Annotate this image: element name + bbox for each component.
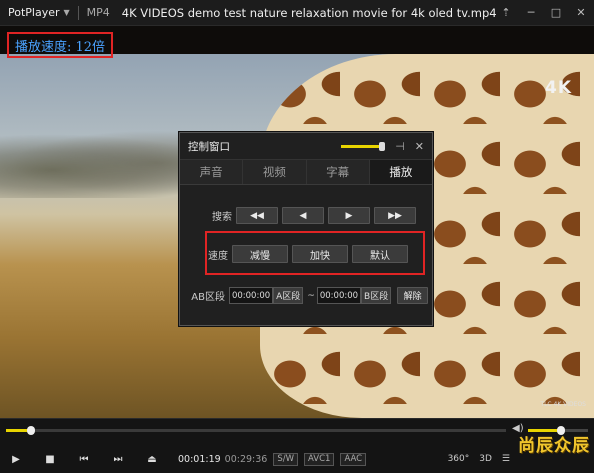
ab-label: AB区段 xyxy=(191,292,225,303)
4k-badge: 4K xyxy=(544,78,572,98)
title-bar: PotPlayer ▼ MP4 4K VIDEOS demo test natu… xyxy=(0,0,594,26)
play-icon[interactable]: ▶ xyxy=(6,451,26,467)
clear-ab-button[interactable]: 解除 xyxy=(397,287,428,304)
minimize-icon[interactable]: ─ xyxy=(524,5,538,19)
eject-icon[interactable]: ⏏ xyxy=(142,451,162,467)
window-title: 4K VIDEOS demo test nature relaxation mo… xyxy=(121,5,497,20)
rewind-button[interactable]: ◀ xyxy=(282,207,324,224)
control-tabs: 声音 视频 字幕 播放 xyxy=(180,159,432,185)
set-b-button[interactable]: B区段 xyxy=(361,287,392,304)
tab-audio[interactable]: 声音 xyxy=(180,160,244,184)
decoder-tag[interactable]: S/W xyxy=(273,452,299,466)
pin-icon[interactable]: ⇡ xyxy=(499,5,513,19)
menu-icon[interactable]: ☰ xyxy=(502,454,510,464)
video-watermark: TLC 4K VIDEOS xyxy=(540,401,586,408)
close-icon[interactable]: ✕ xyxy=(415,140,424,153)
seek-bar[interactable] xyxy=(6,426,506,435)
video-codec-tag[interactable]: AVC1 xyxy=(304,452,335,466)
chevron-down-icon: ▼ xyxy=(63,8,70,17)
speed-highlight-box xyxy=(205,231,425,275)
control-window: 控制窗口 ⊣ ✕ 声音 视频 字幕 播放 搜索 ◀◀ ◀ ▶ ▶▶ 速度 减慢 … xyxy=(179,132,433,326)
a-time-field[interactable]: 00:00:00 xyxy=(228,287,274,304)
app-name: PotPlayer xyxy=(8,6,60,19)
format-label: MP4 xyxy=(86,6,110,19)
audio-codec-tag[interactable]: AAC xyxy=(340,452,367,466)
speed-osd: 播放速度: 12倍 xyxy=(7,32,114,58)
window-controls: ⇡ ─ □ ✕ xyxy=(499,5,588,19)
range-separator: ~ xyxy=(307,290,315,301)
total-time: 00:29:36 xyxy=(224,453,268,465)
next-icon[interactable]: ⏭ xyxy=(108,451,128,467)
pin-icon[interactable]: ⊣ xyxy=(395,140,405,153)
current-time: 00:01:19 xyxy=(178,453,221,465)
set-a-button[interactable]: A区段 xyxy=(273,287,304,304)
app-menu-button[interactable]: PotPlayer ▼ xyxy=(0,6,70,19)
control-window-header[interactable]: 控制窗口 ⊣ ✕ xyxy=(180,133,432,159)
restore-icon[interactable]: □ xyxy=(549,5,563,19)
tab-video[interactable]: 视频 xyxy=(243,160,307,184)
forward-button[interactable]: ▶ xyxy=(328,207,370,224)
b-time-field[interactable]: 00:00:00 xyxy=(316,287,362,304)
tab-playback[interactable]: 播放 xyxy=(369,160,432,184)
previous-icon[interactable]: ⏮ xyxy=(74,451,94,467)
forward-fast-button[interactable]: ▶▶ xyxy=(374,207,416,224)
divider xyxy=(77,5,79,20)
transport-controls: ▶ ■ ⏮ ⏭ ⏏ 00:01:19 00:29:36 S/W AVC1 AAC… xyxy=(0,449,594,469)
rewind-fast-button[interactable]: ◀◀ xyxy=(236,207,278,224)
player-control-bar: ◀) ▶ ■ ⏮ ⏭ ⏏ 00:01:19 00:29:36 S/W AVC1 … xyxy=(0,418,594,473)
tab-subtitle[interactable]: 字幕 xyxy=(306,160,370,184)
site-watermark: 尚辰众辰 xyxy=(518,436,590,456)
stop-icon[interactable]: ■ xyxy=(40,451,60,467)
3d-button[interactable]: 3D xyxy=(479,454,492,464)
control-window-title: 控制窗口 xyxy=(188,140,230,153)
close-icon[interactable]: ✕ xyxy=(574,5,588,19)
ab-repeat-row: AB区段 00:00:00 A区段 ~ 00:00:00 B区段 解除 xyxy=(180,287,432,304)
seek-handle[interactable] xyxy=(27,426,35,435)
search-label: 搜索 xyxy=(212,212,232,223)
search-row: 搜索 ◀◀ ◀ ▶ ▶▶ xyxy=(180,207,432,224)
360-button[interactable]: 360° xyxy=(448,454,470,464)
panel-volume-slider[interactable] xyxy=(341,141,386,151)
